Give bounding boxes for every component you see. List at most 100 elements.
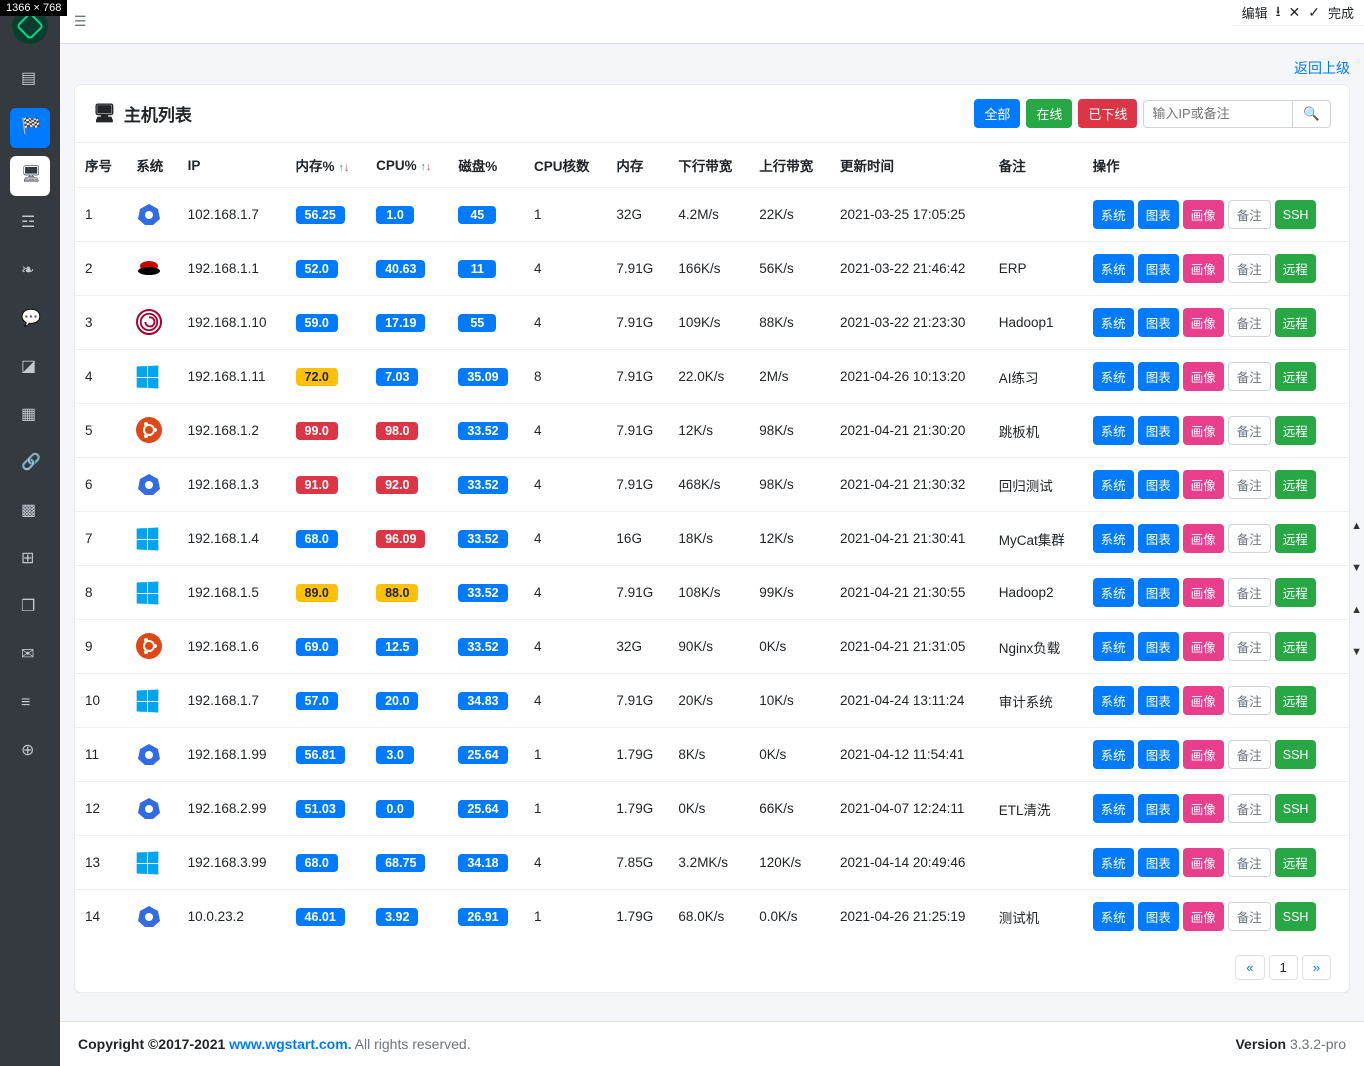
col-updated[interactable]: 更新时间 — [830, 143, 989, 188]
filter-offline-button[interactable]: 已下线 — [1078, 99, 1137, 128]
page-next-button[interactable]: » — [1302, 955, 1331, 980]
op-connect-button[interactable]: SSH — [1275, 902, 1317, 931]
op-system-button[interactable]: 系统 — [1093, 632, 1134, 661]
op-connect-button[interactable]: 远程 — [1275, 848, 1316, 877]
op-chart-button[interactable]: 图表 — [1138, 254, 1179, 283]
op-chart-button[interactable]: 图表 — [1138, 308, 1179, 337]
sidebar-item-mail[interactable]: ✉ — [10, 636, 50, 676]
sidebar-item-chat[interactable]: 💬 — [10, 300, 50, 340]
page-number[interactable]: 1 — [1269, 955, 1298, 980]
sidebar-item-docker[interactable]: ◪ — [10, 348, 50, 388]
col-cores[interactable]: CPU核数 — [524, 143, 606, 188]
op-connect-button[interactable]: 远程 — [1275, 254, 1316, 283]
op-connect-button[interactable]: SSH — [1275, 794, 1317, 823]
op-chart-button[interactable]: 图表 — [1138, 902, 1179, 931]
page-prev-button[interactable]: « — [1235, 955, 1264, 980]
op-chart-button[interactable]: 图表 — [1138, 578, 1179, 607]
op-system-button[interactable]: 系统 — [1093, 416, 1134, 445]
sidebar-item-leaf[interactable]: ❧ — [10, 252, 50, 292]
op-remark-button[interactable]: 备注 — [1228, 686, 1271, 715]
op-connect-button[interactable]: 远程 — [1275, 578, 1316, 607]
op-chart-button[interactable]: 图表 — [1138, 632, 1179, 661]
col-disk-pct[interactable]: 磁盘% — [448, 143, 524, 188]
op-connect-button[interactable]: 远程 — [1275, 686, 1316, 715]
op-image-button[interactable]: 画像 — [1183, 740, 1224, 769]
sidebar-item-bars[interactable]: ≡ — [10, 684, 50, 724]
op-system-button[interactable]: 系统 — [1093, 200, 1134, 229]
sidebar-item-grid[interactable]: ▩ — [10, 492, 50, 532]
op-image-button[interactable]: 画像 — [1183, 902, 1224, 931]
op-system-button[interactable]: 系统 — [1093, 308, 1134, 337]
op-system-button[interactable]: 系统 — [1093, 524, 1134, 553]
op-image-button[interactable]: 画像 — [1183, 686, 1224, 715]
col-remark[interactable]: 备注 — [989, 143, 1083, 188]
op-image-button[interactable]: 画像 — [1183, 578, 1224, 607]
op-image-button[interactable]: 画像 — [1183, 632, 1224, 661]
op-system-button[interactable]: 系统 — [1093, 794, 1134, 823]
col-ip[interactable]: IP — [178, 143, 286, 188]
toggle-sidebar-button[interactable]: ☰ — [74, 13, 87, 30]
op-remark-button[interactable]: 备注 — [1228, 308, 1271, 337]
op-image-button[interactable]: 画像 — [1183, 200, 1224, 229]
op-connect-button[interactable]: 远程 — [1275, 470, 1316, 499]
sidebar-item-copy[interactable]: ❐ — [10, 588, 50, 628]
search-button[interactable]: 🔍 — [1293, 100, 1331, 128]
col-mem-pct[interactable]: 内存% ↑↓ — [286, 143, 367, 188]
filter-all-button[interactable]: 全部 — [974, 99, 1020, 128]
op-chart-button[interactable]: 图表 — [1138, 740, 1179, 769]
sidebar-item-dashboard[interactable]: 🏁 — [10, 108, 50, 148]
op-connect-button[interactable]: 远程 — [1275, 362, 1316, 391]
op-connect-button[interactable]: 远程 — [1275, 524, 1316, 553]
col-mem[interactable]: 内存 — [606, 143, 668, 188]
footer-link[interactable]: www.wgstart.com. — [229, 1036, 351, 1052]
edit-label[interactable]: 编辑 — [1242, 3, 1268, 22]
sidebar-item-doc[interactable]: ▤ — [10, 60, 50, 100]
op-image-button[interactable]: 画像 — [1183, 848, 1224, 877]
op-system-button[interactable]: 系统 — [1093, 578, 1134, 607]
op-system-button[interactable]: 系统 — [1093, 686, 1134, 715]
op-remark-button[interactable]: 备注 — [1228, 416, 1271, 445]
op-connect-button[interactable]: SSH — [1275, 740, 1317, 769]
sidebar-item-link[interactable]: 🔗 — [10, 444, 50, 484]
col-cpu-pct[interactable]: CPU% ↑↓ — [366, 143, 448, 188]
op-connect-button[interactable]: SSH — [1275, 200, 1317, 229]
op-remark-button[interactable]: 备注 — [1228, 362, 1271, 391]
filter-online-button[interactable]: 在线 — [1026, 99, 1072, 128]
op-system-button[interactable]: 系统 — [1093, 848, 1134, 877]
op-remark-button[interactable]: 备注 — [1228, 470, 1271, 499]
op-chart-button[interactable]: 图表 — [1138, 416, 1179, 445]
check-icon[interactable]: ✓ — [1308, 4, 1320, 21]
op-chart-button[interactable]: 图表 — [1138, 470, 1179, 499]
op-connect-button[interactable]: 远程 — [1275, 632, 1316, 661]
op-image-button[interactable]: 画像 — [1183, 470, 1224, 499]
col-no[interactable]: 序号 — [75, 143, 126, 188]
col-down[interactable]: 下行带宽 — [668, 143, 749, 188]
sidebar-item-hosts[interactable]: 🖥 — [10, 156, 50, 196]
op-image-button[interactable]: 画像 — [1183, 254, 1224, 283]
op-system-button[interactable]: 系统 — [1093, 254, 1134, 283]
op-chart-button[interactable]: 图表 — [1138, 200, 1179, 229]
op-remark-button[interactable]: 备注 — [1228, 794, 1271, 823]
op-remark-button[interactable]: 备注 — [1228, 254, 1271, 283]
op-system-button[interactable]: 系统 — [1093, 362, 1134, 391]
op-remark-button[interactable]: 备注 — [1228, 578, 1271, 607]
op-connect-button[interactable]: 远程 — [1275, 416, 1316, 445]
col-os[interactable]: 系统 — [126, 143, 177, 188]
op-image-button[interactable]: 画像 — [1183, 524, 1224, 553]
sidebar-item-add[interactable]: ⊞ — [10, 540, 50, 580]
op-remark-button[interactable]: 备注 — [1228, 740, 1271, 769]
download-icon[interactable]: ⭳ — [1276, 1, 1281, 25]
op-chart-button[interactable]: 图表 — [1138, 362, 1179, 391]
op-chart-button[interactable]: 图表 — [1138, 794, 1179, 823]
back-link[interactable]: 返回上级 — [1294, 60, 1350, 76]
op-system-button[interactable]: 系统 — [1093, 902, 1134, 931]
op-remark-button[interactable]: 备注 — [1228, 632, 1271, 661]
op-image-button[interactable]: 画像 — [1183, 362, 1224, 391]
op-chart-button[interactable]: 图表 — [1138, 686, 1179, 715]
sidebar-item-zoom[interactable]: ⊕ — [10, 732, 50, 772]
op-remark-button[interactable]: 备注 — [1228, 524, 1271, 553]
op-remark-button[interactable]: 备注 — [1228, 902, 1271, 931]
search-input[interactable] — [1143, 100, 1293, 128]
done-label[interactable]: 完成 — [1328, 3, 1354, 22]
op-image-button[interactable]: 画像 — [1183, 794, 1224, 823]
